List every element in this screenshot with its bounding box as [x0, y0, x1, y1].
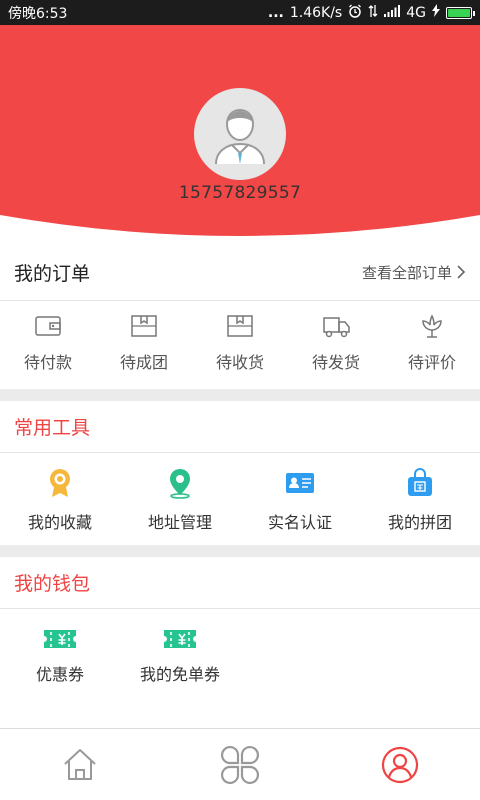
data-transfer-icon	[368, 4, 378, 22]
tool-verification[interactable]: 实名认证	[240, 455, 360, 545]
network-type: 4G	[406, 4, 426, 21]
order-pending-group[interactable]: 待成团	[96, 303, 192, 389]
status-bar: 傍晚6:53 ... 1.46K/s 4G	[0, 0, 480, 25]
id-card-icon	[286, 473, 314, 493]
wallet-coupons-label: 优惠券	[35, 665, 84, 684]
group-bag-icon	[408, 468, 432, 496]
tool-favorites-label: 我的收藏	[27, 513, 92, 532]
section-divider	[0, 389, 480, 401]
view-all-orders-label: 查看全部订单	[361, 263, 452, 282]
status-dots: ...	[267, 4, 284, 21]
order-pending-review[interactable]: 待评价	[384, 303, 480, 389]
order-pending-group-label: 待成团	[119, 353, 168, 372]
section-divider	[0, 545, 480, 557]
wallet-icon	[35, 316, 61, 336]
tool-address-label: 地址管理	[147, 513, 212, 532]
signal-icon	[384, 4, 401, 21]
home-icon	[64, 748, 96, 780]
avatar[interactable]	[194, 88, 286, 180]
tools-title: 常用工具	[14, 417, 91, 439]
location-icon	[170, 469, 190, 499]
order-pending-shipment[interactable]: 待发货	[288, 303, 384, 389]
flower-icon	[422, 314, 442, 338]
tool-favorites[interactable]: 我的收藏	[0, 455, 120, 545]
wallet-row: 优惠券 我的免单券	[0, 611, 480, 711]
user-avatar-icon	[215, 108, 265, 165]
charging-icon	[432, 4, 440, 21]
tools-row: 我的收藏 地址管理 实名认证 我的拼团	[0, 455, 480, 545]
order-pending-review-label: 待评价	[407, 353, 456, 372]
wallet-header: 我的钱包	[0, 557, 480, 609]
truck-icon	[323, 317, 350, 338]
view-all-orders-link[interactable]: 查看全部订单	[362, 262, 466, 283]
battery-icon	[446, 6, 475, 19]
network-speed: 1.46K/s	[289, 4, 343, 21]
wallet-title: 我的钱包	[14, 573, 91, 595]
user-icon	[381, 746, 419, 783]
package-icon	[227, 315, 253, 337]
wallet-free-order-coupons[interactable]: 我的免单券	[120, 611, 240, 711]
tool-verification-label: 实名认证	[267, 513, 332, 532]
nav-profile[interactable]	[340, 745, 460, 785]
orders-header: 我的订单 查看全部订单	[0, 244, 480, 301]
profile-header: 15757829557	[0, 25, 480, 245]
alarm-icon	[348, 4, 362, 22]
chevron-right-icon	[457, 265, 466, 279]
order-pending-payment[interactable]: 待付款	[0, 303, 96, 389]
package-icon	[131, 315, 157, 337]
order-pending-payment-label: 待付款	[23, 353, 72, 372]
order-pending-receipt[interactable]: 待收货	[192, 303, 288, 389]
order-pending-receipt-label: 待收货	[215, 353, 264, 372]
bottom-nav	[0, 728, 480, 800]
battery-fill	[448, 8, 470, 17]
coupon-icon	[44, 630, 76, 648]
wallet-coupons[interactable]: 优惠券	[0, 611, 120, 711]
coupon-icon	[164, 630, 196, 648]
order-pending-shipment-label: 待发货	[311, 353, 360, 372]
status-time: 傍晚6:53	[8, 5, 68, 22]
phone-number: 15757829557	[178, 183, 302, 203]
nav-categories[interactable]	[180, 743, 300, 787]
tool-group-buy-label: 我的拼团	[387, 513, 452, 532]
clover-icon	[220, 745, 260, 784]
order-status-row: 待付款 待成团 待收货 待发货 待评价	[0, 303, 480, 389]
tool-group-buy[interactable]: 我的拼团	[360, 455, 480, 545]
orders-title: 我的订单	[14, 262, 91, 285]
medal-icon	[50, 469, 70, 497]
nav-home[interactable]	[20, 745, 140, 785]
tool-address[interactable]: 地址管理	[120, 455, 240, 545]
tools-header: 常用工具	[0, 401, 480, 453]
wallet-free-order-coupons-label: 我的免单券	[139, 665, 220, 684]
